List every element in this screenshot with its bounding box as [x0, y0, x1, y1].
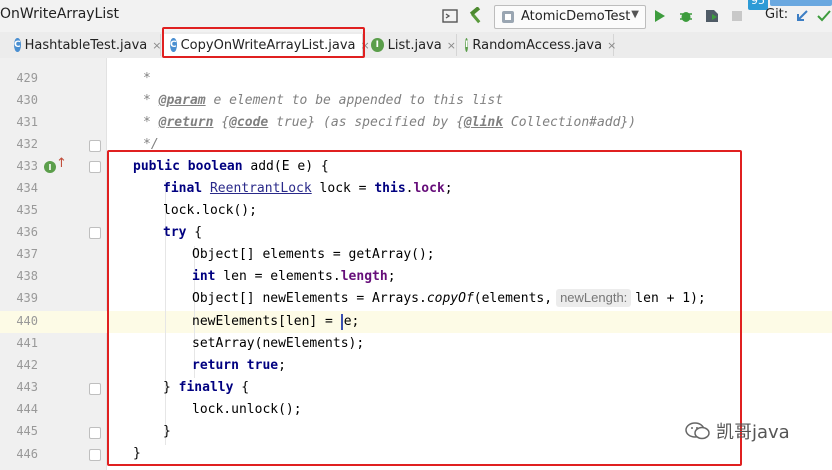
config-icon [502, 11, 514, 23]
run-icon[interactable] [652, 6, 668, 26]
fold-marker-icon[interactable] [89, 383, 101, 395]
line-number: 437 [16, 247, 38, 261]
debug-icon[interactable] [677, 6, 695, 26]
code-line-429: * [143, 71, 151, 86]
tab-label: HashtableTest.java [24, 37, 148, 53]
wechat-logo-icon [685, 422, 710, 440]
interface-icon: I [465, 38, 469, 52]
fold-marker-icon[interactable] [89, 140, 101, 152]
run-config-selector[interactable]: AtomicDemoTest ▼ [494, 5, 646, 29]
line-number: 429 [16, 71, 38, 85]
top-right-indicator [770, 0, 832, 6]
code-line-431: * @return {@code true} (as specified by … [143, 115, 637, 130]
window-title: OnWriteArrayList [0, 6, 120, 22]
git-update-icon[interactable] [794, 6, 810, 26]
editor-tab-bar: C HashtableTest.java × C CopyOnWriteArra… [0, 32, 832, 59]
fold-marker-icon[interactable] [89, 161, 101, 173]
line-number: 444 [16, 402, 38, 416]
class-icon: C [14, 38, 21, 52]
stop-icon[interactable] [730, 6, 744, 26]
line-number: 434 [16, 181, 38, 195]
watermark-text: 凯哥java [716, 422, 790, 443]
git-commit-icon[interactable] [816, 6, 832, 26]
tab-randomaccess[interactable]: I RandomAccess.java × [459, 34, 616, 56]
line-number: 446 [16, 447, 38, 461]
fold-marker-icon[interactable] [89, 227, 101, 239]
tab-list[interactable]: I List.java × [365, 34, 457, 56]
line-number: 442 [16, 358, 38, 372]
code-annotation-box [107, 150, 742, 466]
line-number: 432 [16, 137, 38, 151]
tab-label: List.java [387, 37, 442, 53]
chevron-down-icon: ▼ [631, 9, 639, 20]
tab-annotation-box [162, 27, 365, 58]
close-icon[interactable]: × [607, 39, 616, 52]
fold-marker-icon[interactable] [89, 427, 101, 439]
close-icon[interactable]: × [447, 39, 456, 52]
watermark: 凯哥java [684, 418, 790, 444]
line-number: 440 [16, 314, 38, 328]
tab-label: RandomAccess.java [472, 37, 603, 53]
terminal-icon[interactable] [440, 6, 460, 26]
coverage-icon[interactable] [703, 6, 721, 26]
interface-icon: I [371, 38, 384, 52]
line-number: 443 [16, 380, 38, 394]
line-number: 438 [16, 269, 38, 283]
close-icon[interactable]: × [152, 39, 161, 52]
code-line-430: * @param e element to be appended to thi… [143, 93, 504, 108]
line-number: 445 [16, 424, 38, 438]
line-number: 439 [16, 291, 38, 305]
title-bar: OnWriteArrayList AtomicDemoTest ▼ 95 Git… [0, 0, 832, 33]
build-hammer-icon[interactable] [466, 6, 486, 26]
fold-marker-icon[interactable] [89, 449, 101, 461]
line-number: 435 [16, 203, 38, 217]
line-number: 431 [16, 115, 38, 129]
line-number: 441 [16, 336, 38, 350]
tab-hashtabletest[interactable]: C HashtableTest.java × [8, 34, 161, 56]
line-number: 436 [16, 225, 38, 239]
line-number: 430 [16, 93, 38, 107]
arrow-up-icon: ↑ [56, 156, 67, 171]
implements-marker-icon[interactable]: I [44, 161, 56, 173]
line-number: 433 [16, 159, 38, 173]
run-config-label: AtomicDemoTest [521, 9, 631, 24]
git-label: Git: [765, 7, 789, 22]
